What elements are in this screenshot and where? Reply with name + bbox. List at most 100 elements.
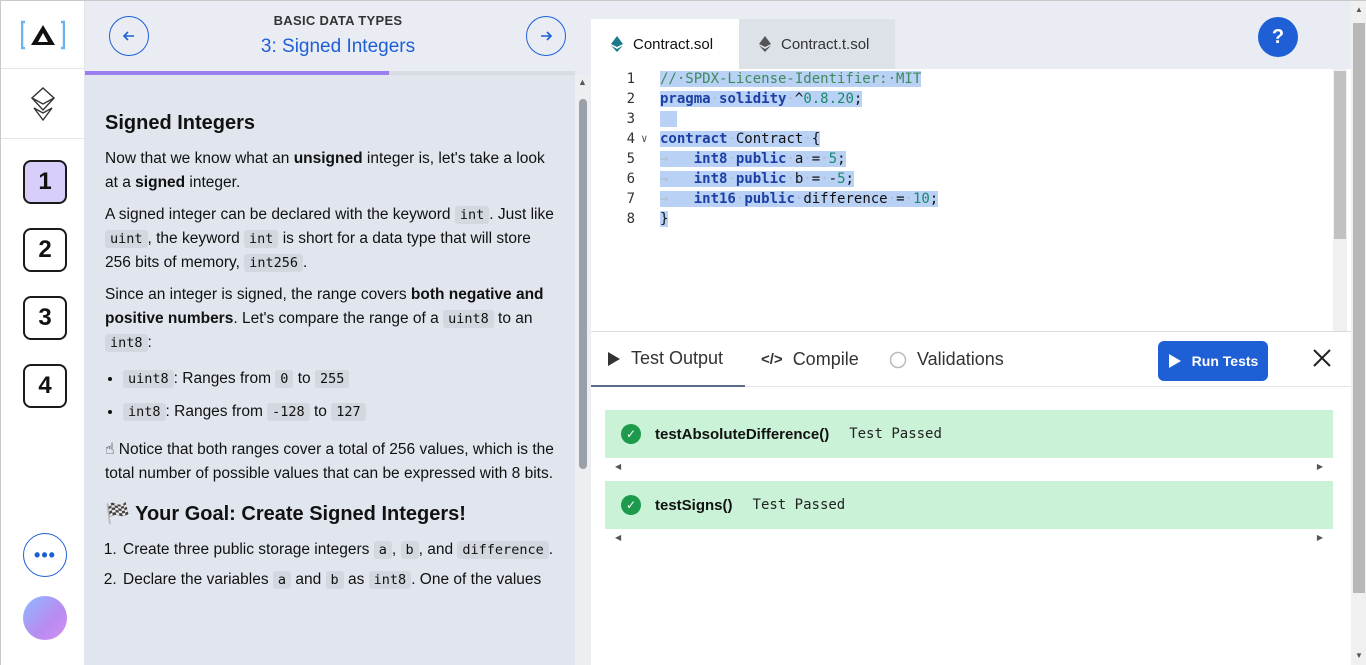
app-window: 1 2 3 4 ••• BASIC DATA TYPES 3: Signed I… (0, 0, 1366, 665)
code-area[interactable]: 1 //·SPDX-License-Identifier:·MIT 2 prag… (591, 69, 1335, 331)
text: : (147, 334, 152, 351)
text: . (303, 254, 308, 271)
line-number: 6 (626, 171, 635, 187)
scrollbar-thumb[interactable] (1353, 23, 1365, 593)
stage-button-1[interactable]: 1 (23, 160, 67, 204)
scrollbar-thumb[interactable] (579, 99, 587, 469)
question-icon: ? (1271, 25, 1285, 48)
scroll-up-icon[interactable]: ▲ (578, 77, 587, 87)
stage-label: 4 (38, 372, 52, 399)
scrollbar-thumb[interactable] (1334, 71, 1346, 239)
run-tests-button[interactable]: Run Tests (1158, 341, 1268, 381)
text: . (548, 541, 554, 558)
text: Since an integer is signed, the range co… (105, 286, 411, 303)
tab-label: Validations (917, 349, 1004, 369)
text: . Just like (489, 206, 554, 223)
tab-label: Contract.sol (633, 35, 714, 53)
inline-code: 127 (331, 403, 366, 421)
tab-label: Test Output (631, 348, 724, 368)
text: . Let's compare the range of a (233, 310, 444, 327)
list-item: Declare the variables a and b as int8. O… (121, 568, 555, 592)
scroll-right-icon[interactable]: ▶ (1317, 533, 1323, 542)
fold-chevron-icon[interactable]: ∨ (641, 129, 648, 149)
text: as (343, 571, 369, 588)
help-button[interactable]: ? (1258, 17, 1298, 57)
test-name: testSigns() (655, 496, 733, 514)
text: Create three public storage integers (123, 541, 374, 558)
inline-code: int (454, 206, 490, 224)
test-status: Test Passed (849, 426, 942, 442)
text: , (391, 541, 401, 558)
ethereum-nav[interactable] (1, 69, 84, 139)
window-scrollbar[interactable]: ▲ ▼ (1351, 1, 1366, 665)
code-icon: </> (761, 351, 783, 368)
close-panel-button[interactable] (1309, 346, 1335, 372)
stage-button-3[interactable]: 3 (23, 296, 67, 340)
bold-text: unsigned (293, 150, 363, 167)
code-text: pragma·solidity·^0.8.20; (660, 91, 863, 107)
text: Your Goal: Create Signed Integers! (129, 503, 466, 525)
text: : Ranges from (173, 370, 276, 387)
text: , and (418, 541, 458, 558)
text: to (293, 370, 315, 387)
line-number: 5 (626, 151, 635, 167)
lesson-header: BASIC DATA TYPES 3: Signed Integers (85, 1, 591, 71)
line-number: 8 (626, 211, 635, 227)
text: Notice that both ranges cover a total of… (105, 441, 554, 482)
text: to an (493, 310, 533, 327)
more-icon: ••• (34, 544, 56, 565)
inline-code: 0 (275, 370, 294, 388)
code-text: } (660, 211, 669, 227)
stage-button-4[interactable]: 4 (23, 364, 67, 408)
play-icon (1168, 354, 1181, 368)
ethereum-icon (611, 36, 623, 52)
code-text: contract·Contract·{ (660, 131, 821, 147)
code-text: → int8·public·b·=·-5; (660, 171, 854, 187)
tab-test-output[interactable]: Test Output (591, 332, 745, 387)
scroll-down-icon[interactable]: ▼ (1355, 651, 1363, 660)
stage-label: 3 (38, 304, 52, 331)
text: . One of the values (411, 571, 542, 588)
result-hscroll[interactable]: ◀ ▶ (605, 530, 1333, 544)
tab-contract-t-sol[interactable]: Contract.t.sol (739, 19, 895, 69)
lesson-scrollbar[interactable]: ▲ (575, 75, 591, 665)
result-hscroll[interactable]: ◀ ▶ (605, 459, 1333, 473)
next-lesson-button[interactable] (526, 16, 566, 56)
text: and (291, 571, 326, 588)
inline-code: int8 (105, 334, 148, 352)
test-name: testAbsoluteDifference() (655, 425, 830, 443)
note-paragraph: ☝ Notice that both ranges cover a total … (105, 438, 555, 486)
lesson-paragraph: Now that we know what an unsigned intege… (105, 147, 555, 195)
test-result-row: ✓ testSigns() Test Passed (605, 481, 1333, 529)
avatar[interactable] (23, 596, 67, 640)
text: , the keyword (147, 230, 245, 247)
stage-button-2[interactable]: 2 (23, 228, 67, 272)
lesson-content: Signed Integers Now that we know what an… (85, 75, 575, 665)
button-label: Run Tests (1191, 353, 1259, 369)
logo[interactable] (1, 1, 84, 69)
tab-contract-sol[interactable]: Contract.sol (591, 19, 739, 69)
scroll-left-icon[interactable]: ◀ (615, 533, 621, 542)
ethereum-icon (759, 36, 771, 52)
scroll-right-icon[interactable]: ▶ (1317, 462, 1323, 471)
lesson-heading: Signed Integers (105, 112, 256, 134)
test-tabs: Test Output </> Compile Validations Run … (591, 332, 1351, 387)
code-text: //·SPDX-License-Identifier:·MIT (660, 71, 922, 87)
tab-compile[interactable]: </> Compile (761, 332, 859, 387)
text: : Ranges from (165, 403, 268, 420)
tab-validations[interactable]: Validations (889, 332, 1004, 387)
inline-code: uint (105, 230, 148, 248)
text: Declare the variables (123, 571, 273, 588)
lesson-category: BASIC DATA TYPES (273, 13, 403, 28)
lesson-title: 3: Signed Integers (260, 36, 416, 57)
test-result-row: ✓ testAbsoluteDifference() Test Passed (605, 410, 1333, 458)
editor-scrollbar[interactable] (1333, 69, 1347, 331)
more-button[interactable]: ••• (23, 533, 67, 577)
text: A signed integer can be declared with th… (105, 206, 455, 223)
inline-code: b (400, 541, 419, 559)
inline-code: -128 (267, 403, 310, 421)
test-status: Test Passed (752, 497, 846, 513)
scroll-up-icon[interactable]: ▲ (1355, 5, 1363, 14)
scroll-left-icon[interactable]: ◀ (615, 462, 621, 471)
code-line: 5 → int8·public·a·=·5; (591, 149, 1335, 169)
